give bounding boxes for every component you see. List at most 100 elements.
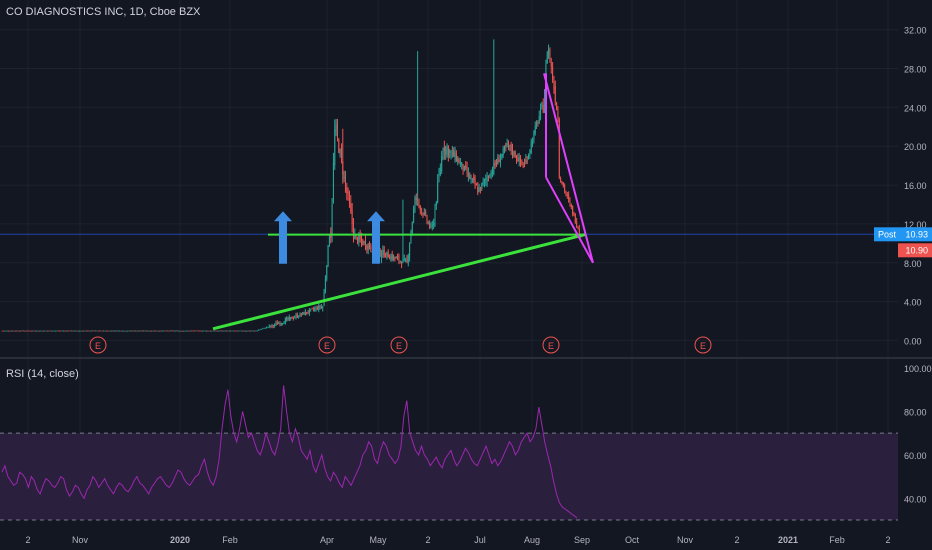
candle bbox=[195, 330, 197, 332]
candle bbox=[298, 315, 300, 319]
candle bbox=[394, 256, 396, 262]
candle bbox=[336, 118, 338, 142]
earnings-label: E bbox=[396, 341, 402, 351]
wedge-lower-line bbox=[545, 176, 594, 264]
candle-body bbox=[135, 330, 137, 332]
candle bbox=[180, 330, 182, 332]
candle bbox=[187, 330, 189, 332]
candle-body bbox=[180, 330, 182, 332]
candle-body bbox=[42, 330, 44, 332]
candle-body bbox=[68, 330, 70, 332]
candle bbox=[32, 330, 34, 332]
candle bbox=[274, 323, 276, 328]
candle bbox=[143, 330, 145, 332]
candle-body bbox=[29, 330, 31, 332]
candle-body bbox=[427, 222, 429, 224]
candle-body bbox=[288, 317, 290, 320]
candle bbox=[272, 324, 274, 329]
candle-body bbox=[107, 330, 109, 332]
candle bbox=[479, 186, 481, 194]
candle bbox=[558, 117, 560, 180]
candle-body bbox=[30, 330, 32, 332]
candle bbox=[423, 208, 425, 216]
candle bbox=[197, 330, 199, 332]
candle-body bbox=[459, 162, 461, 166]
candle-body bbox=[536, 122, 538, 125]
candle bbox=[458, 157, 460, 164]
candle bbox=[302, 312, 304, 316]
candle bbox=[541, 101, 543, 110]
candle-body bbox=[183, 330, 185, 332]
candle bbox=[275, 320, 277, 327]
candle-body bbox=[425, 211, 427, 215]
candle bbox=[443, 140, 445, 160]
candle bbox=[538, 110, 540, 125]
annotations bbox=[0, 73, 898, 331]
candle bbox=[219, 330, 221, 332]
candle-body bbox=[292, 318, 294, 320]
candle bbox=[140, 330, 142, 332]
candle-body bbox=[354, 235, 356, 240]
candle bbox=[296, 312, 298, 319]
candle-body bbox=[507, 140, 509, 146]
candle-body bbox=[136, 330, 138, 332]
candle-body bbox=[553, 81, 555, 90]
candle bbox=[537, 120, 539, 127]
candle bbox=[258, 329, 260, 331]
candle-body bbox=[560, 178, 562, 182]
candle-body bbox=[528, 154, 530, 159]
candle-body bbox=[442, 150, 444, 159]
candle-body bbox=[517, 158, 519, 162]
candle-body bbox=[331, 203, 333, 235]
candle bbox=[528, 153, 530, 160]
candle-body bbox=[481, 182, 483, 190]
candle bbox=[203, 330, 205, 332]
candle bbox=[75, 330, 77, 332]
candle bbox=[284, 317, 286, 325]
candle bbox=[315, 305, 317, 312]
candle-body bbox=[326, 265, 328, 280]
candle bbox=[292, 316, 294, 321]
earnings-label: E bbox=[324, 341, 330, 351]
candle-body bbox=[219, 330, 221, 332]
candle bbox=[387, 249, 389, 258]
candle-body bbox=[62, 330, 64, 332]
candle-body bbox=[251, 330, 253, 332]
candle bbox=[66, 330, 68, 332]
candle bbox=[307, 310, 309, 315]
candle bbox=[5, 330, 7, 332]
candle-body bbox=[328, 235, 330, 247]
candle bbox=[185, 330, 187, 332]
candle bbox=[501, 153, 503, 160]
candle-body bbox=[385, 255, 387, 258]
candle-body bbox=[276, 322, 278, 325]
candle-body bbox=[568, 194, 570, 200]
candle-body bbox=[61, 330, 63, 332]
candle bbox=[212, 330, 214, 332]
candle-body bbox=[143, 330, 145, 332]
candle bbox=[385, 252, 387, 258]
candle bbox=[58, 330, 60, 332]
candle-body bbox=[315, 307, 317, 310]
candle bbox=[529, 149, 531, 159]
candle-body bbox=[522, 165, 524, 168]
rsi-tick-label: 100.00 bbox=[904, 364, 932, 374]
candle bbox=[14, 330, 16, 332]
candle bbox=[430, 222, 432, 229]
candle-body bbox=[498, 159, 500, 163]
post-badge-value: 10.93 bbox=[905, 229, 928, 239]
candle-body bbox=[512, 148, 514, 155]
candle-body bbox=[322, 306, 324, 309]
candle-body bbox=[235, 330, 237, 332]
candle bbox=[451, 145, 453, 158]
candle bbox=[236, 330, 238, 332]
time-axis: 2 Nov 2020 Feb Apr May 2 Jul Aug Sep Oct Nov 2 2021 Fe… bbox=[25, 535, 890, 545]
candle-body bbox=[483, 179, 485, 183]
candle-body bbox=[120, 330, 122, 332]
candle bbox=[506, 138, 508, 148]
chart-canvas: 40.0060.0080.00100.00 0.004.008.0012.001… bbox=[0, 0, 932, 545]
candle-body bbox=[447, 146, 449, 156]
candle-body bbox=[176, 330, 178, 332]
candle bbox=[439, 163, 441, 177]
candle bbox=[248, 330, 250, 332]
